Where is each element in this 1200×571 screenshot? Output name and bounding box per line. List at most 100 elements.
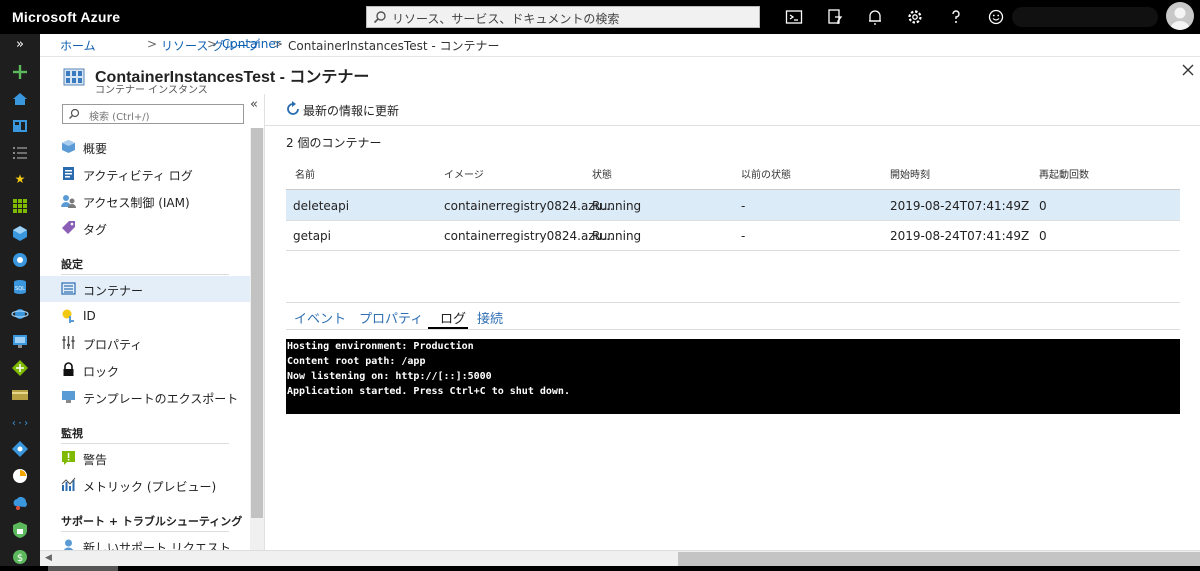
global-search-input[interactable]: リソース、サービス、ドキュメントの検索: [366, 6, 760, 28]
menu-item-label: ID: [83, 309, 96, 323]
column-header-previous-state: 以前の状態: [741, 170, 791, 181]
cell-state: Running: [592, 229, 642, 243]
tab-properties[interactable]: プロパティ: [359, 308, 423, 327]
cell-name: getapi: [293, 229, 332, 243]
favorites-star-icon: ★: [14, 172, 26, 186]
menu-scrollbar[interactable]: ▼: [250, 128, 264, 568]
virtual-machines-icon[interactable]: [11, 332, 29, 350]
feedback-icon[interactable]: [987, 8, 1005, 26]
column-header-image: イメージ: [444, 170, 484, 181]
table-row[interactable]: getapi containerregistry0824.azu... Runn…: [286, 220, 1180, 251]
create-resource-icon[interactable]: [11, 63, 29, 81]
menu-section-divider: [61, 274, 229, 275]
menu-item-metrics[interactable]: メトリック (プレビュー): [40, 472, 250, 498]
top-bar: Microsoft Azure リソース、サービス、ドキュメントの検索: [0, 0, 1200, 34]
notifications-icon[interactable]: [866, 8, 884, 26]
menu-item-overview[interactable]: 概要: [40, 134, 250, 160]
load-balancers-icon[interactable]: [11, 359, 29, 377]
expand-icon[interactable]: »: [11, 37, 29, 55]
app-services-icon[interactable]: [11, 251, 29, 269]
resource-menu: 検索 (Ctrl+/) « 概要 アクティビティ ログ アクセス制御 (IAM)…: [40, 94, 265, 571]
horizontal-scrollbar-thumb[interactable]: [678, 552, 1200, 566]
menu-search-input[interactable]: 検索 (Ctrl+/): [62, 104, 244, 124]
menu-item-export-template[interactable]: テンプレートのエクスポート: [40, 384, 250, 410]
menu-item-containers[interactable]: コンテナー: [40, 276, 250, 302]
containers-icon: [61, 282, 76, 295]
menu-search-placeholder: 検索 (Ctrl+/): [89, 112, 150, 123]
resource-groups-icon[interactable]: [11, 224, 29, 242]
sql-databases-icon[interactable]: SQL: [11, 278, 29, 296]
menu-item-identity[interactable]: ID: [40, 303, 250, 329]
monitor-icon[interactable]: [11, 467, 29, 485]
menu-item-alerts[interactable]: 警告: [40, 445, 250, 471]
cell-image: containerregistry0824.azu...: [444, 199, 614, 213]
menu-item-label: テンプレートのエクスポート: [83, 392, 239, 406]
home-icon[interactable]: [11, 90, 29, 108]
active-tab-indicator: [428, 327, 468, 329]
refresh-label: 最新の情報に更新: [303, 104, 400, 118]
horizontal-scrollbar[interactable]: ◀: [40, 550, 1200, 567]
detail-tabs: イベント プロパティ ログ 接続: [286, 302, 1180, 330]
menu-item-label: アクティビティ ログ: [83, 169, 193, 183]
log-line: Application started. Press Ctrl+C to shu…: [287, 386, 570, 397]
portal-left-nav: » ★ SQL ‹·› $: [0, 34, 40, 571]
breadcrumb-home[interactable]: ホーム: [60, 37, 96, 54]
all-resources-icon[interactable]: [11, 197, 29, 215]
containers-content: 最新の情報に更新 2 個のコンテナー 名前 イメージ 状態 以前の状態 開始時刻…: [265, 94, 1200, 571]
log-line: Content root path: /app: [287, 356, 426, 367]
access-control-icon: [61, 195, 76, 208]
tab-events[interactable]: イベント: [294, 308, 346, 327]
properties-icon: [62, 336, 75, 349]
menu-item-label: タグ: [83, 223, 108, 237]
activity-log-icon: [63, 167, 74, 180]
cosmos-db-icon[interactable]: [11, 305, 29, 323]
cloud-shell-icon[interactable]: [785, 8, 803, 26]
table-row[interactable]: deleteapi containerregistry0824.azu... R…: [286, 190, 1180, 221]
breadcrumb-container[interactable]: Container: [222, 37, 281, 51]
settings-icon[interactable]: [906, 8, 924, 26]
account-name-redacted[interactable]: [1012, 7, 1158, 27]
collapse-menu-icon[interactable]: «: [250, 97, 258, 112]
directory-filter-icon[interactable]: [826, 8, 844, 26]
cell-state: Running: [592, 199, 642, 213]
menu-item-label: 概要: [83, 142, 108, 156]
storage-accounts-icon[interactable]: [11, 386, 29, 404]
menu-item-locks[interactable]: ロック: [40, 357, 250, 383]
menu-item-label: アクセス制御 (IAM): [83, 196, 190, 210]
menu-item-activity-log[interactable]: アクティビティ ログ: [40, 161, 250, 187]
dashboard-icon[interactable]: [11, 117, 29, 135]
breadcrumb: ホーム > リソース グループ > Container > ContainerI…: [48, 34, 1200, 54]
column-header-name: 名前: [295, 170, 315, 181]
menu-item-label: ロック: [83, 365, 120, 379]
close-icon[interactable]: [1181, 63, 1195, 77]
log-line: Now listening on: http://[::]:5000: [287, 371, 492, 382]
advisor-icon[interactable]: [11, 494, 29, 512]
metrics-icon: [61, 477, 76, 491]
security-center-icon[interactable]: [11, 521, 29, 539]
azure-ad-icon[interactable]: [11, 440, 29, 458]
identity-icon: [62, 309, 74, 323]
menu-item-access-control[interactable]: アクセス制御 (IAM): [40, 188, 250, 214]
blade-header: ContainerInstancesTest - コンテナー コンテナー インス…: [40, 56, 1200, 96]
all-services-icon[interactable]: [11, 144, 29, 162]
menu-item-tags[interactable]: タグ: [40, 215, 250, 241]
portal-brand[interactable]: Microsoft Azure: [12, 9, 120, 25]
scroll-left-icon[interactable]: ◀: [45, 553, 52, 563]
menu-section-divider: [61, 531, 229, 532]
virtual-networks-icon[interactable]: ‹·›: [11, 413, 29, 431]
tab-connect[interactable]: 接続: [477, 308, 503, 327]
menu-item-properties[interactable]: プロパティ: [40, 330, 250, 356]
cell-restart-count: 0: [1039, 229, 1047, 243]
help-icon[interactable]: [947, 8, 965, 26]
search-icon: [373, 11, 386, 24]
search-icon: [69, 108, 80, 119]
cost-management-icon[interactable]: $: [11, 548, 29, 566]
taskbar-strip: [0, 566, 1200, 571]
menu-scrollbar-thumb[interactable]: [251, 128, 263, 518]
column-header-restart-count: 再起動回数: [1039, 170, 1089, 181]
log-console[interactable]: Hosting environment: Production Content …: [286, 339, 1180, 414]
menu-item-label: 警告: [83, 453, 108, 467]
user-avatar[interactable]: [1166, 2, 1194, 30]
cell-start-time: 2019-08-24T07:41:49Z: [890, 229, 1030, 243]
tab-logs[interactable]: ログ: [440, 308, 466, 327]
